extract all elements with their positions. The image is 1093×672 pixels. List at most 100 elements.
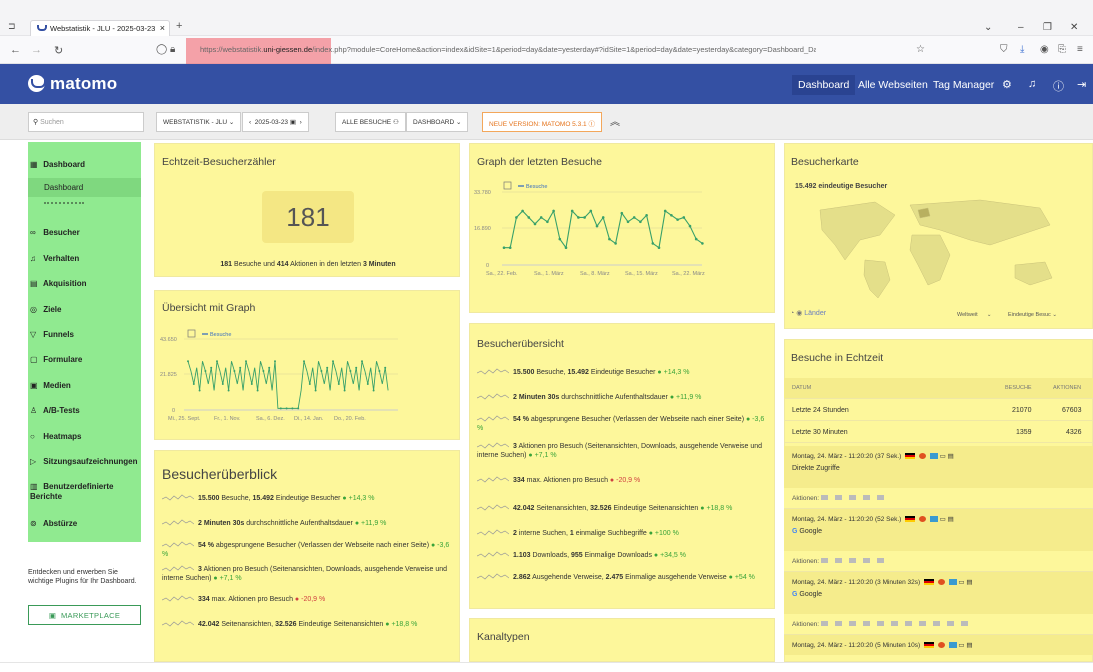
data-point[interactable]	[657, 246, 661, 250]
sidebar-item[interactable]: ⊚ Abstürze	[30, 519, 77, 528]
minimize-icon[interactable]: –	[1018, 22, 1024, 33]
sidebar-item[interactable]: ♙ A/B-Tests	[30, 406, 80, 415]
window-close-icon[interactable]: ✕	[1070, 22, 1078, 33]
data-point[interactable]	[614, 242, 617, 245]
data-point[interactable]	[502, 246, 506, 250]
data-point[interactable]	[204, 369, 207, 372]
data-point[interactable]	[285, 407, 288, 410]
data-point[interactable]	[688, 224, 692, 228]
data-point[interactable]	[326, 366, 329, 369]
action-icon[interactable]	[834, 558, 842, 563]
data-point[interactable]	[546, 220, 549, 224]
tab-close-icon[interactable]: ×	[160, 23, 165, 33]
data-point[interactable]	[192, 382, 195, 385]
south-america[interactable]	[863, 259, 891, 299]
action-icon[interactable]	[848, 558, 856, 563]
live-visit[interactable]: Montag, 24. März - 11:20:20 (52 Sek.) ▭ …	[784, 509, 1093, 551]
action-icon[interactable]	[876, 621, 884, 626]
data-point[interactable]	[378, 369, 381, 372]
action-icon[interactable]	[876, 558, 884, 563]
data-point[interactable]	[601, 216, 605, 219]
data-point[interactable]	[279, 407, 282, 410]
data-point[interactable]	[372, 389, 375, 392]
data-point[interactable]	[701, 242, 704, 245]
action-icon[interactable]	[918, 621, 926, 626]
data-point[interactable]	[216, 360, 218, 363]
sidebar-item[interactable]: ▥ Benutzerdefinierte Berichte	[30, 482, 138, 502]
action-icon[interactable]	[834, 495, 842, 500]
data-point[interactable]	[632, 216, 636, 219]
url-field[interactable]: https://webstatistik.uni-giessen.de/inde…	[186, 38, 816, 62]
new-version-button[interactable]: NEUE VERSION: MATOMO 5.3.1 ⓘ	[482, 112, 602, 132]
action-icon[interactable]	[834, 621, 842, 626]
data-point[interactable]	[262, 369, 265, 372]
data-point[interactable]	[314, 389, 317, 392]
chart-toggle-icon[interactable]	[503, 181, 512, 190]
dashboard-menu[interactable]: DASHBOARD ⌄	[406, 112, 469, 132]
next-period-icon[interactable]: ›	[300, 119, 302, 126]
data-point[interactable]	[250, 382, 253, 385]
data-point[interactable]	[583, 216, 586, 219]
site-selector[interactable]: WEBSTATISTIK - JLU ⌄	[156, 112, 242, 132]
data-point[interactable]	[564, 246, 568, 250]
download-icon[interactable]: ⤓	[1020, 44, 1024, 55]
africa[interactable]	[909, 234, 951, 286]
gear-icon[interactable]: ⚙	[1002, 78, 1012, 91]
data-point[interactable]	[221, 382, 224, 385]
new-tab-icon[interactable]: +	[176, 20, 182, 32]
lock-icon[interactable]: 🔒︎	[170, 44, 175, 55]
shield-icon[interactable]: ◯	[156, 44, 167, 55]
sidebar-toggle-icon[interactable]: ⊐	[8, 21, 16, 32]
data-point[interactable]	[539, 216, 543, 219]
live-visit[interactable]: Montag, 24. März - 11:20:20 (3 Minuten 3…	[784, 572, 1093, 614]
data-point[interactable]	[274, 360, 276, 363]
data-point[interactable]	[694, 237, 698, 241]
action-icon[interactable]	[820, 495, 828, 500]
search-input[interactable]: ⚲ Suchen	[28, 112, 144, 132]
action-icon[interactable]	[904, 621, 912, 626]
data-point[interactable]	[361, 360, 363, 363]
data-point[interactable]	[198, 389, 201, 392]
marketplace-button[interactable]: ▣ MARKETPLACE	[28, 605, 141, 625]
data-point[interactable]	[595, 224, 599, 228]
action-icon[interactable]	[932, 621, 940, 626]
action-icon[interactable]	[848, 621, 856, 626]
action-icon[interactable]	[862, 558, 870, 563]
back-icon[interactable]: ←	[10, 44, 21, 56]
data-point[interactable]	[366, 382, 369, 385]
north-america[interactable]	[819, 201, 896, 261]
matomo-logo[interactable]: matomo	[28, 74, 117, 94]
logout-icon[interactable]: ⇥	[1077, 78, 1086, 91]
data-point[interactable]	[355, 366, 358, 369]
sidebar-item[interactable]: ∞ Besucher	[30, 228, 80, 237]
data-point[interactable]	[608, 237, 611, 241]
data-point[interactable]	[245, 360, 247, 363]
data-point[interactable]	[508, 246, 512, 250]
data-point[interactable]	[682, 216, 686, 219]
forward-icon[interactable]: →	[31, 44, 42, 56]
data-point[interactable]	[527, 216, 531, 219]
extensions-icon[interactable]: ⎘	[1058, 44, 1066, 55]
action-icon[interactable]	[876, 495, 884, 500]
map-region-selector[interactable]: ◔ ◉ Länder	[790, 309, 826, 317]
data-point[interactable]	[645, 213, 648, 217]
data-point[interactable]	[589, 209, 593, 213]
menu-icon[interactable]: ≡	[1077, 44, 1083, 55]
nav-all-websites[interactable]: Alle Webseiten	[858, 79, 928, 91]
data-point[interactable]	[239, 366, 242, 369]
map-metric-select[interactable]: Eindeutige Besuc ⌄	[1008, 312, 1057, 318]
sidebar-item[interactable]: ▽ Funnels	[30, 330, 74, 339]
browser-tab[interactable]: Webstatistik - JLU - 2025-03-23 ×	[30, 20, 170, 36]
maximize-icon[interactable]: ❐	[1043, 22, 1052, 33]
sidebar-item[interactable]: ▢ Formulare	[30, 355, 82, 364]
data-point[interactable]	[577, 216, 580, 219]
data-point[interactable]	[620, 211, 624, 215]
help-icon[interactable]: ⓘ	[1053, 78, 1064, 94]
sidebar-item[interactable]: ♫ Verhalten	[30, 254, 79, 263]
data-point[interactable]	[337, 382, 340, 385]
data-point[interactable]	[676, 218, 679, 221]
segment-selector[interactable]: ALLE BESUCHE ⚇	[335, 112, 406, 132]
data-point[interactable]	[332, 360, 334, 363]
data-point[interactable]	[187, 360, 189, 363]
action-icon[interactable]	[862, 621, 870, 626]
